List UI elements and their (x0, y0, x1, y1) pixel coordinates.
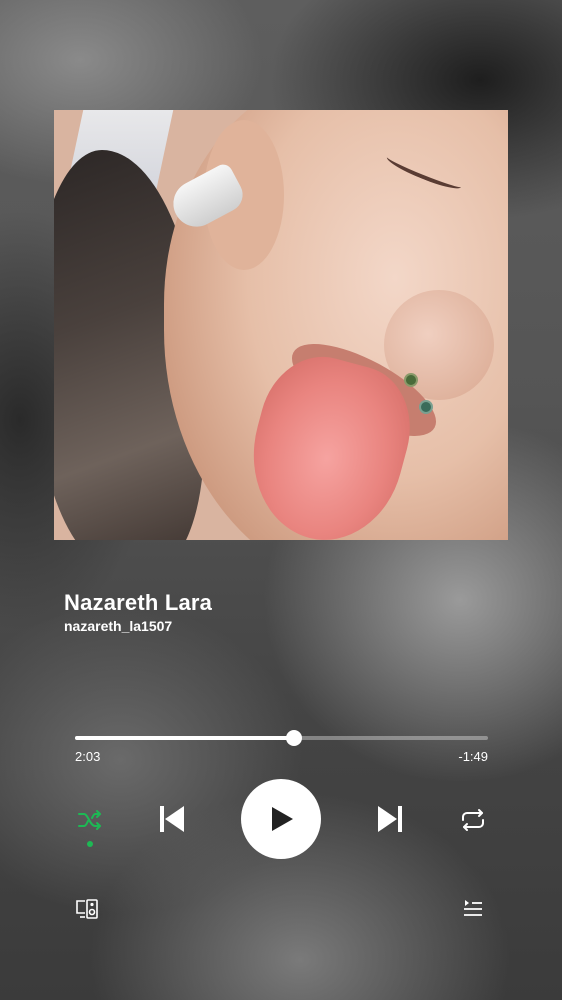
track-artist[interactable]: nazareth_la1507 (64, 618, 172, 634)
progress-knob[interactable] (285, 730, 302, 746)
progress-fill (75, 736, 294, 740)
skip-previous-icon (160, 806, 184, 832)
album-art (54, 110, 508, 540)
shuffle-button[interactable] (74, 804, 106, 836)
time-remaining: -1:49 (458, 749, 488, 764)
play-button[interactable] (241, 779, 321, 859)
queue-icon (464, 900, 482, 916)
album-art-piercing (419, 400, 433, 414)
play-icon (272, 807, 293, 831)
shuffle-active-indicator (87, 841, 93, 847)
queue-button[interactable] (460, 895, 486, 921)
progress-bar[interactable] (75, 730, 488, 746)
album-art-piercing (404, 373, 418, 387)
skip-next-icon (378, 806, 402, 832)
repeat-icon (462, 809, 484, 831)
track-title[interactable]: Nazareth Lara (64, 590, 212, 616)
devices-icon (76, 899, 98, 919)
previous-button[interactable] (152, 799, 192, 839)
devices-button[interactable] (73, 895, 101, 923)
next-button[interactable] (370, 799, 410, 839)
repeat-button[interactable] (457, 804, 489, 836)
time-elapsed: 2:03 (75, 749, 101, 764)
shuffle-icon (78, 810, 101, 830)
